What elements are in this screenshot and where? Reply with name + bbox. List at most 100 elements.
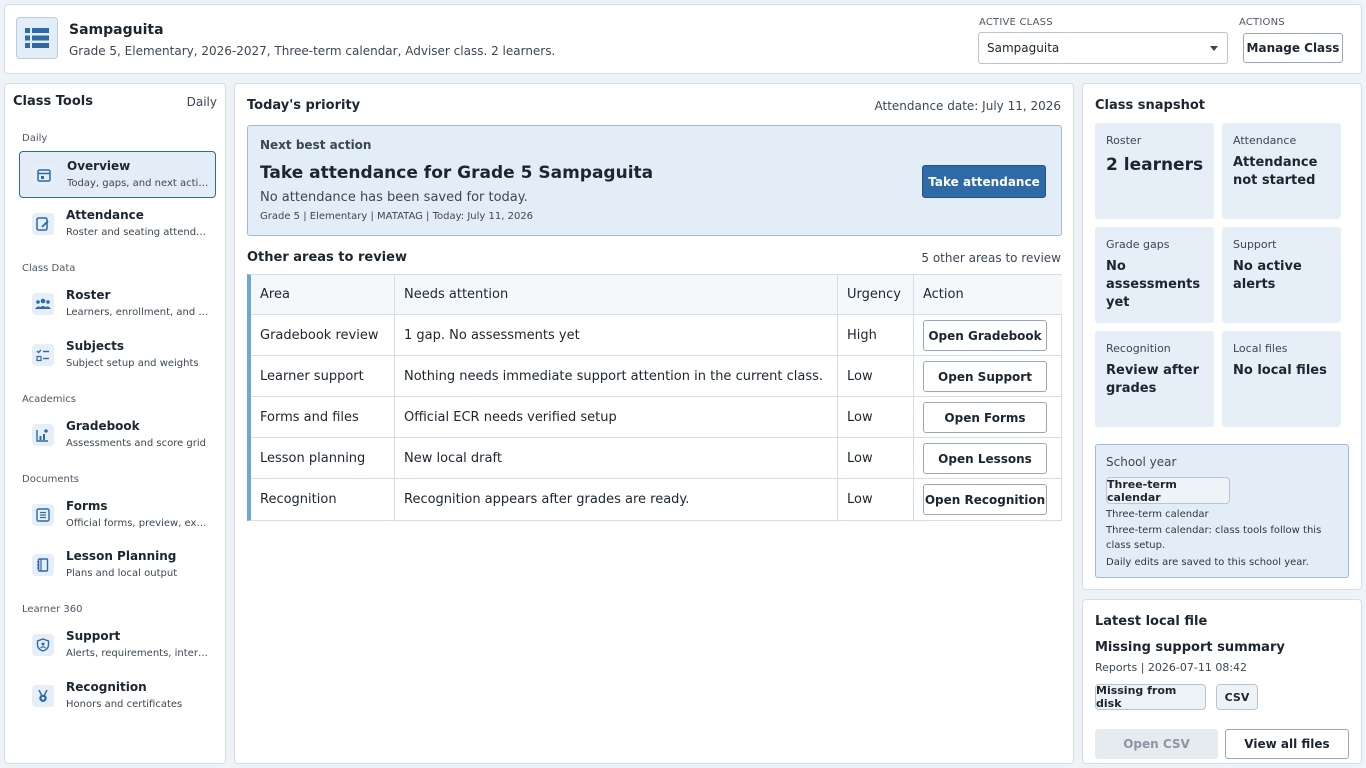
snapshot-card-recognition: Recognition Review after grades: [1095, 331, 1214, 427]
open-lessons-button[interactable]: Open Lessons: [923, 443, 1047, 474]
table-row: Recognition Recognition appears after gr…: [251, 479, 1062, 520]
active-class-select[interactable]: Sampaguita: [978, 32, 1228, 64]
action-cell: Open Recognition: [914, 479, 1062, 520]
card-value: No local files: [1233, 363, 1327, 378]
sidebar-item-label: Gradebook: [66, 419, 140, 433]
sidebar-item-lesson-planning[interactable]: Lesson Planning Plans and local output: [19, 542, 216, 589]
attendance-date: Attendance date: July 11, 2026: [874, 99, 1061, 113]
card-key: Support: [1233, 238, 1277, 251]
sidebar-item-label: Attendance: [66, 208, 144, 222]
missing-status-badge: Missing from disk: [1095, 684, 1206, 710]
sidebar-item-label: Support: [66, 629, 121, 643]
manage-class-button[interactable]: Manage Class: [1243, 33, 1343, 63]
school-year-line: Three-term calendar: class tools follow …: [1106, 525, 1322, 551]
needs-cell: Recognition appears after grades are rea…: [395, 479, 838, 520]
column-header: Area: [251, 275, 395, 314]
main-content: Today's priority Attendance date: July 1…: [234, 83, 1074, 764]
sidebar-item-recognition[interactable]: Recognition Honors and certificates: [19, 673, 216, 720]
open-csv-button[interactable]: Open CSV: [1095, 729, 1218, 759]
urgency-cell: Low: [838, 356, 914, 396]
urgency-cell: Low: [838, 479, 914, 520]
sidebar-item-label: Recognition: [66, 680, 147, 694]
latest-file-title: Latest local file: [1095, 614, 1208, 629]
open-forms-button[interactable]: Open Forms: [923, 402, 1047, 433]
sidebar-item-gradebook[interactable]: Gradebook Assessments and score grid: [19, 412, 216, 459]
open-recognition-button[interactable]: Open Recognition: [923, 484, 1047, 515]
sidebar-item-roster[interactable]: Roster Learners, enrollment, and im...: [19, 281, 216, 328]
group-class-data: Class Data: [22, 263, 76, 274]
table-row: Lesson planning New local draft Low Open…: [251, 438, 1062, 479]
sidebar-item-support[interactable]: Support Alerts, requirements, interve...: [19, 622, 216, 669]
card-key: Recognition: [1106, 342, 1171, 355]
group-learner-360: Learner 360: [22, 604, 83, 615]
area-cell: Lesson planning: [251, 438, 395, 478]
urgency-cell: High: [838, 315, 914, 355]
urgency-cell: Low: [838, 438, 914, 478]
sidebar-item-label: Lesson Planning: [66, 549, 177, 563]
school-year-line: Three-term calendar: [1106, 509, 1209, 520]
table-row: Learner support Nothing needs immediate …: [251, 356, 1062, 397]
calendar-chip[interactable]: Three-term calendar: [1106, 477, 1230, 504]
open-gradebook-button[interactable]: Open Gradebook: [923, 320, 1047, 351]
people-icon: [32, 293, 54, 315]
area-cell: Learner support: [251, 356, 395, 396]
card-value: Attendance not started: [1233, 155, 1318, 188]
file-meta: Reports | 2026-07-11 08:42: [1095, 661, 1248, 674]
file-type-badge: CSV: [1216, 684, 1258, 710]
area-cell: Gradebook review: [251, 315, 395, 355]
needs-cell: 1 gap. No assessments yet: [395, 315, 838, 355]
card-key: Roster: [1106, 134, 1142, 147]
checklist-icon: [32, 344, 54, 366]
priority-title: Today's priority: [247, 98, 361, 113]
sidebar-item-desc: Official forms, preview, export: [66, 518, 211, 529]
card-key: Local files: [1233, 342, 1288, 355]
sidebar-item-subjects[interactable]: Subjects Subject setup and weights: [19, 332, 216, 379]
column-header: Action: [923, 287, 964, 302]
take-attendance-button[interactable]: Take attendance: [922, 165, 1046, 198]
sidebar-item-desc: Today, gaps, and next actions: [67, 178, 212, 189]
other-areas-title: Other areas to review: [247, 250, 407, 265]
shield-icon: [32, 634, 54, 656]
card-key: Grade gaps: [1106, 238, 1170, 251]
action-cell: Open Gradebook: [914, 315, 1062, 355]
next-action-eyebrow: Next best action: [260, 138, 372, 152]
active-class-label: ACTIVE CLASS: [979, 17, 1053, 28]
open-support-button[interactable]: Open Support: [923, 361, 1047, 392]
area-cell: Forms and files: [251, 397, 395, 437]
snapshot-card-attendance: Attendance Attendance not started: [1222, 123, 1341, 219]
sidebar-item-attendance[interactable]: Attendance Roster and seating attendance: [19, 201, 216, 248]
sidebar-item-desc: Roster and seating attendance: [66, 227, 211, 238]
sidebar-item-overview[interactable]: Overview Today, gaps, and next actions: [19, 151, 216, 198]
medal-icon: [32, 685, 54, 707]
card-value: 2 learners: [1106, 155, 1204, 175]
school-year-title: School year: [1106, 455, 1177, 469]
area-cell: Recognition: [251, 479, 395, 520]
needs-cell: Nothing needs immediate support attentio…: [395, 356, 838, 396]
school-year-line: Daily edits are saved to this school yea…: [1106, 557, 1309, 568]
urgency-cell: Low: [838, 397, 914, 437]
column-header: Needs attention: [395, 275, 838, 314]
class-list-icon: [16, 17, 58, 59]
card-value: No assessments yet: [1106, 259, 1201, 310]
file-name: Missing support summary: [1095, 640, 1285, 655]
active-class-value: Sampaguita: [987, 41, 1060, 55]
table-row: Forms and files Official ECR needs verif…: [251, 397, 1062, 438]
table-row: Gradebook review 1 gap. No assessments y…: [251, 315, 1062, 356]
sidebar-mode[interactable]: Daily: [187, 95, 217, 109]
form-icon: [32, 504, 54, 526]
sidebar-item-desc: Plans and local output: [66, 568, 178, 579]
other-areas-count: 5 other areas to review: [921, 251, 1061, 265]
class-tools-sidebar: Class Tools Daily Daily Overview Today, …: [4, 83, 226, 764]
school-year-card: School year Three-term calendar Three-te…: [1095, 444, 1349, 578]
group-academics: Academics: [22, 394, 77, 405]
actions-label: ACTIONS: [1239, 17, 1285, 28]
card-value: No active alerts: [1233, 259, 1302, 292]
column-header: Urgency: [838, 275, 914, 314]
app-header: Sampaguita Grade 5, Elementary, 2026-202…: [4, 4, 1362, 74]
chart-add-icon: [32, 424, 54, 446]
sidebar-item-label: Forms: [66, 499, 108, 513]
view-all-files-button[interactable]: View all files: [1225, 729, 1349, 759]
sidebar-item-desc: Learners, enrollment, and im...: [66, 307, 211, 318]
sidebar-item-forms[interactable]: Forms Official forms, preview, export: [19, 492, 216, 539]
sidebar-title: Class Tools: [13, 94, 93, 109]
